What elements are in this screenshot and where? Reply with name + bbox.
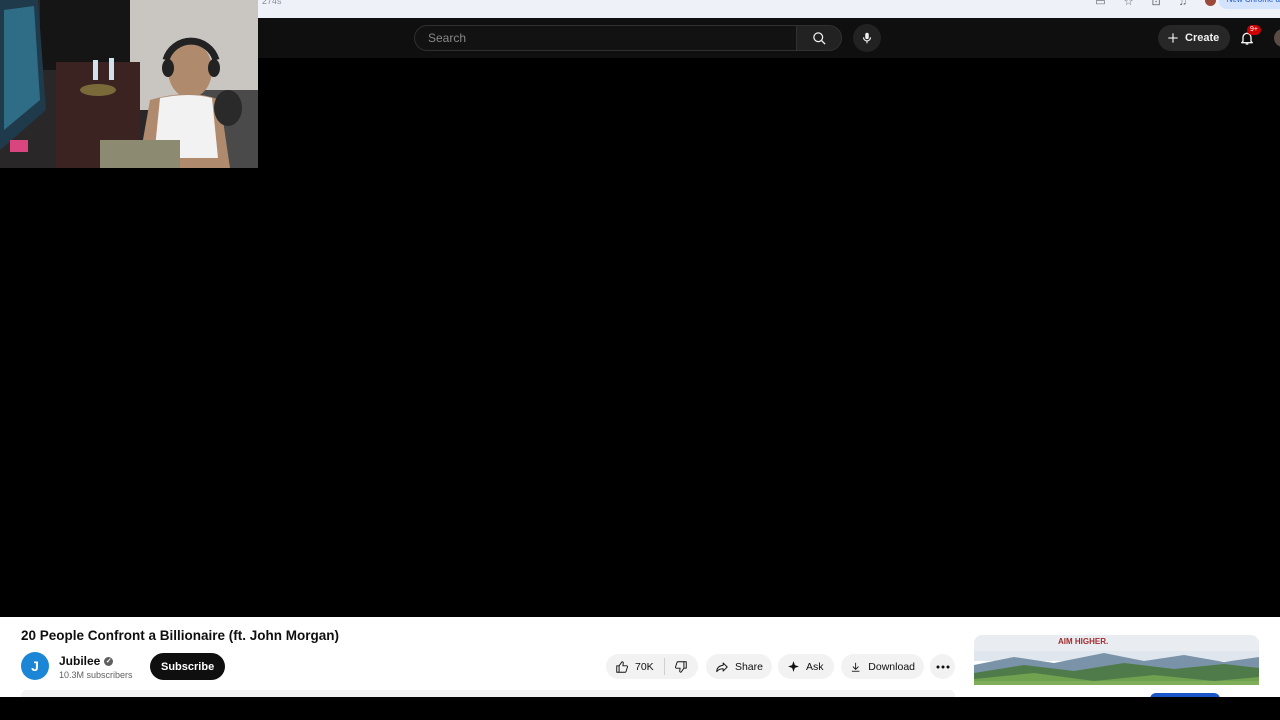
create-label: Create bbox=[1185, 32, 1220, 44]
video-title: 20 People Confront a Billionaire (ft. Jo… bbox=[21, 628, 340, 643]
channel-avatar-letter: J bbox=[31, 658, 39, 674]
share-arrow-icon bbox=[716, 661, 728, 672]
webcam-feed-image bbox=[0, 0, 258, 168]
channel-name-link[interactable]: Jubilee ✓ bbox=[59, 654, 114, 668]
search-box bbox=[414, 25, 796, 51]
search-icon bbox=[812, 31, 826, 45]
voice-search-button[interactable] bbox=[853, 24, 881, 52]
share-button[interactable]: Share bbox=[706, 654, 772, 679]
webcam-overlay bbox=[0, 0, 258, 168]
more-horizontal-icon bbox=[936, 665, 949, 668]
like-dislike-group: 70K bbox=[606, 654, 698, 679]
lens-icon[interactable]: ⊡ bbox=[1152, 0, 1161, 9]
verified-check-icon: ✓ bbox=[104, 656, 114, 666]
notifications-button[interactable]: 9+ bbox=[1236, 25, 1261, 49]
browser-toolbar-icons: ▭ ☆ ⊡ ♫ bbox=[1095, 0, 1216, 9]
profile-avatar-icon[interactable] bbox=[1205, 0, 1216, 6]
url-fragment[interactable]: 274s bbox=[262, 0, 282, 6]
taskbar-strip bbox=[0, 697, 1280, 720]
thumbs-up-icon bbox=[616, 660, 628, 673]
bookmark-star-icon[interactable]: ☆ bbox=[1124, 0, 1134, 9]
media-controls-icon[interactable]: ♫ bbox=[1179, 0, 1187, 9]
share-label: Share bbox=[734, 660, 763, 673]
more-actions-button[interactable] bbox=[930, 654, 955, 679]
ask-label: Ask bbox=[806, 660, 824, 673]
ad-headline: AIM HIGHER. bbox=[1058, 637, 1109, 646]
like-button[interactable]: 70K bbox=[615, 658, 665, 675]
sparkle-icon bbox=[788, 661, 799, 672]
create-button[interactable]: Create bbox=[1158, 25, 1231, 51]
notification-badge: 9+ bbox=[1247, 25, 1261, 35]
like-count: 70K bbox=[635, 660, 654, 673]
channel-name: Jubilee bbox=[59, 654, 101, 668]
channel-avatar[interactable]: J bbox=[21, 652, 49, 680]
ask-button[interactable]: Ask bbox=[778, 654, 834, 679]
search-button[interactable] bbox=[796, 25, 842, 51]
thumbs-down-icon bbox=[674, 660, 687, 673]
dislike-button[interactable] bbox=[665, 658, 688, 675]
new-chrome-button[interactable]: New Chrome a bbox=[1218, 0, 1280, 9]
subscriber-count: 10.3M subscribers bbox=[59, 670, 133, 680]
cast-icon[interactable]: ▭ bbox=[1095, 0, 1105, 9]
account-avatar[interactable] bbox=[1274, 29, 1280, 47]
search-input[interactable] bbox=[426, 30, 796, 46]
microphone-icon bbox=[862, 32, 872, 44]
download-label: Download bbox=[868, 660, 915, 673]
download-icon bbox=[851, 662, 860, 672]
subscribe-button[interactable]: Subscribe bbox=[150, 653, 226, 680]
plus-icon bbox=[1168, 33, 1178, 43]
download-button[interactable]: Download bbox=[841, 654, 924, 679]
